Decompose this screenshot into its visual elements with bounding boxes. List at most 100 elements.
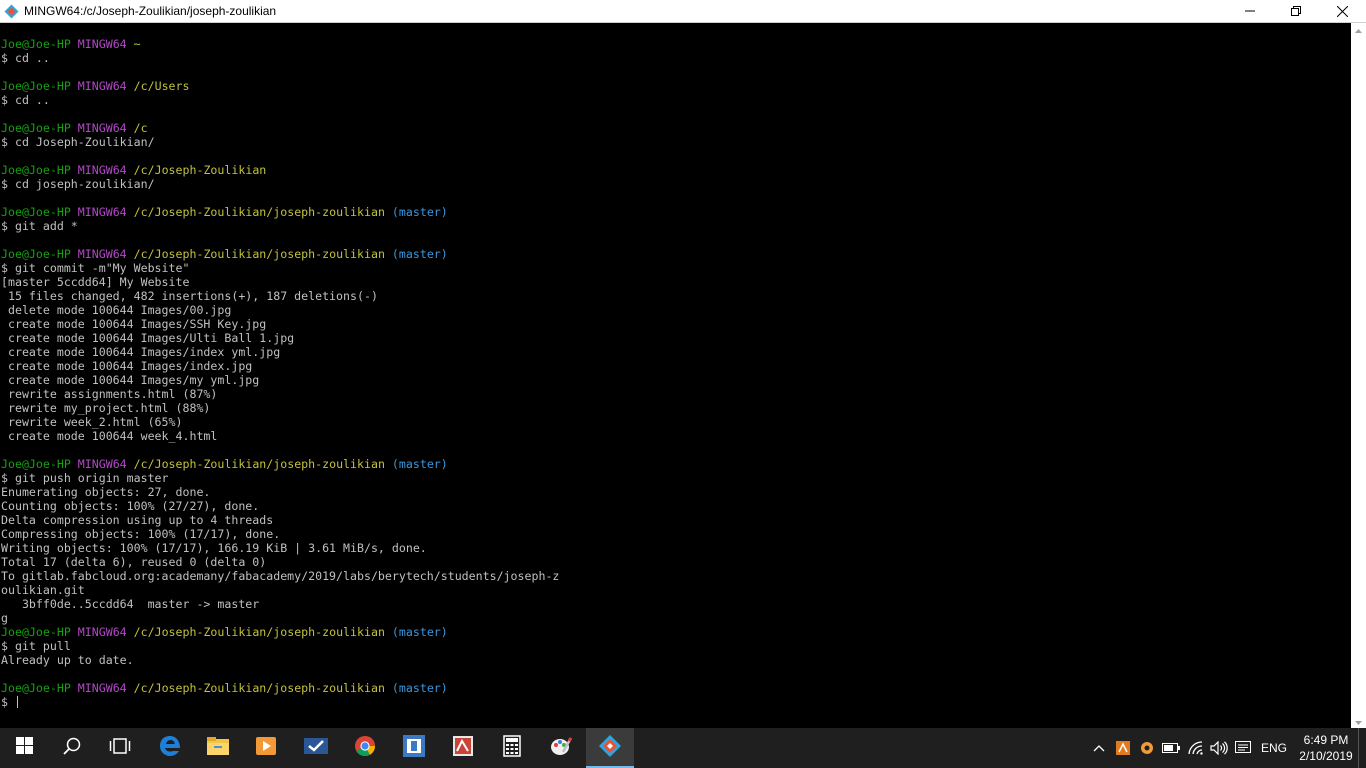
line-text: create mode 100644 week_4.html [1,429,218,443]
battery-icon[interactable] [1161,738,1181,758]
app-window-icon [402,734,426,763]
taskbar: ENG 6:49 PM 2/10/2019 [0,728,1366,768]
search-button[interactable] [48,728,96,768]
media-player-taskbar-item[interactable] [242,728,290,768]
windows-logo-icon [15,737,33,759]
line-text: 15 files changed, 482 insertions(+), 187… [1,289,378,303]
line-text: $ [1,695,15,709]
prompt-path: /c/Joseph-Zoulikian/joseph-zoulikian [133,457,385,471]
output-line: create mode 100644 Images/index.jpg [1,359,559,373]
git-bash-taskbar-item[interactable] [586,728,634,768]
edge-icon [159,735,181,762]
start-button[interactable] [0,728,48,768]
prompt-user: Joe@Joe-HP [1,79,71,93]
prompt-line: Joe@Joe-HP MINGW64 ~ [1,37,559,51]
prompt-host: MINGW64 [77,457,127,471]
tray-app-icon-1[interactable] [1113,738,1133,758]
maximize-icon [1291,6,1301,16]
output-line: rewrite assignments.html (87%) [1,387,559,401]
line-text: Compressing objects: 100% (17/17), done. [1,527,281,541]
terminal-lines: Joe@Joe-HP MINGW64 ~ $ cd .. Joe@Joe-HP MI… [1,37,559,709]
clock[interactable]: 6:49 PM 2/10/2019 [1296,732,1356,764]
chrome-taskbar-item[interactable] [341,728,389,768]
line-text: rewrite week_2.html (65%) [1,415,183,429]
prompt-line: Joe@Joe-HP MINGW64 /c/Joseph-Zoulikian/j… [1,247,559,261]
output-line: create mode 100644 Images/my yml.jpg [1,373,559,387]
prompt-line: Joe@Joe-HP MINGW64 /c/Joseph-Zoulikian/j… [1,457,559,471]
volume-icon[interactable] [1209,738,1229,758]
prompt-path: /c/Users [133,79,190,93]
input-language[interactable]: ENG [1261,741,1287,755]
prompt-branch: (master) [391,247,448,261]
prompt-path: /c/Joseph-Zoulikian/joseph-zoulikian [133,625,385,639]
text-cursor [16,696,18,708]
prompt-host: MINGW64 [77,625,127,639]
minimize-button[interactable] [1227,0,1273,22]
show-desktop-button[interactable] [1358,728,1366,768]
window-title: MINGW64:/c/Joseph-Zoulikian/joseph-zouli… [24,4,277,18]
output-line: $ cd .. [1,51,559,65]
folder-icon [206,736,230,761]
line-text: [master 5ccdd64] My Website [1,275,190,289]
media-player-icon [255,735,277,762]
restore-button[interactable] [1273,0,1319,22]
clock-time: 6:49 PM [1303,733,1349,747]
line-text: Total 17 (delta 6), reused 0 (delta 0) [1,555,267,569]
output-line: Already up to date. [1,653,559,667]
output-line: delete mode 100644 Images/00.jpg [1,303,559,317]
vertical-scrollbar[interactable] [1351,23,1366,730]
prompt-user: Joe@Joe-HP [1,625,71,639]
calculator-taskbar-item[interactable] [488,728,536,768]
calculator-icon [503,734,521,762]
prompt-line: Joe@Joe-HP MINGW64 /c/Joseph-Zoulikian/j… [1,625,559,639]
tray-app-icon-2[interactable] [1137,738,1157,758]
line-text: $ cd joseph-zoulikian/ [1,177,155,191]
output-line: 15 files changed, 482 insertions(+), 187… [1,289,559,303]
line-text: create mode 100644 Images/my yml.jpg [1,373,260,387]
title-bar[interactable]: MINGW64:/c/Joseph-Zoulikian/joseph-zouli… [0,0,1366,23]
file-explorer-taskbar-item[interactable] [194,728,242,768]
output-line: [master 5ccdd64] My Website [1,275,559,289]
output-line: Delta compression using up to 4 threads [1,513,559,527]
prompt-host: MINGW64 [77,163,127,177]
app-taskbar-item[interactable] [390,728,438,768]
line-text: Writing objects: 100% (17/17), 166.19 Ki… [1,541,427,555]
line-text: $ git add * [1,219,78,233]
chevron-up-icon[interactable] [1089,738,1109,758]
prompt-line: Joe@Joe-HP MINGW64 /c/Users [1,79,559,93]
image-app-taskbar-item[interactable] [439,728,487,768]
action-center-icon[interactable] [1233,738,1253,758]
edge-taskbar-item[interactable] [146,728,194,768]
paint-icon [549,734,573,763]
output-line: $ git commit -m"My Website" [1,261,559,275]
prompt-host: MINGW64 [77,205,127,219]
line-text: Counting objects: 100% (27/27), done. [1,499,260,513]
task-view-button[interactable] [96,728,144,768]
prompt-branch: (master) [391,457,448,471]
output-line: $ cd .. [1,93,559,107]
line-text: create mode 100644 Images/Ulti Ball 1.jp… [1,331,295,345]
prompt-user: Joe@Joe-HP [1,163,71,177]
prompt-branch: (master) [391,625,448,639]
clock-date: 2/10/2019 [1299,749,1353,763]
scroll-up-button[interactable] [1351,23,1366,38]
close-icon [1336,5,1348,17]
prompt-user: Joe@Joe-HP [1,121,71,135]
close-button[interactable] [1319,0,1365,22]
prompt-host: MINGW64 [77,37,127,51]
prompt-user: Joe@Joe-HP [1,681,71,695]
paint-taskbar-item[interactable] [537,728,585,768]
prompt-host: MINGW64 [77,247,127,261]
minimize-icon [1245,6,1255,16]
prompt-host: MINGW64 [77,121,127,135]
line-text: $ cd .. [1,51,50,65]
wifi-icon[interactable] [1186,738,1206,758]
output-line: $ cd joseph-zoulikian/ [1,177,559,191]
terminal-output[interactable]: Joe@Joe-HP MINGW64 ~ $ cd .. Joe@Joe-HP MI… [0,23,1351,730]
tasks-taskbar-item[interactable] [292,728,340,768]
line-text: $ git pull [1,639,71,653]
